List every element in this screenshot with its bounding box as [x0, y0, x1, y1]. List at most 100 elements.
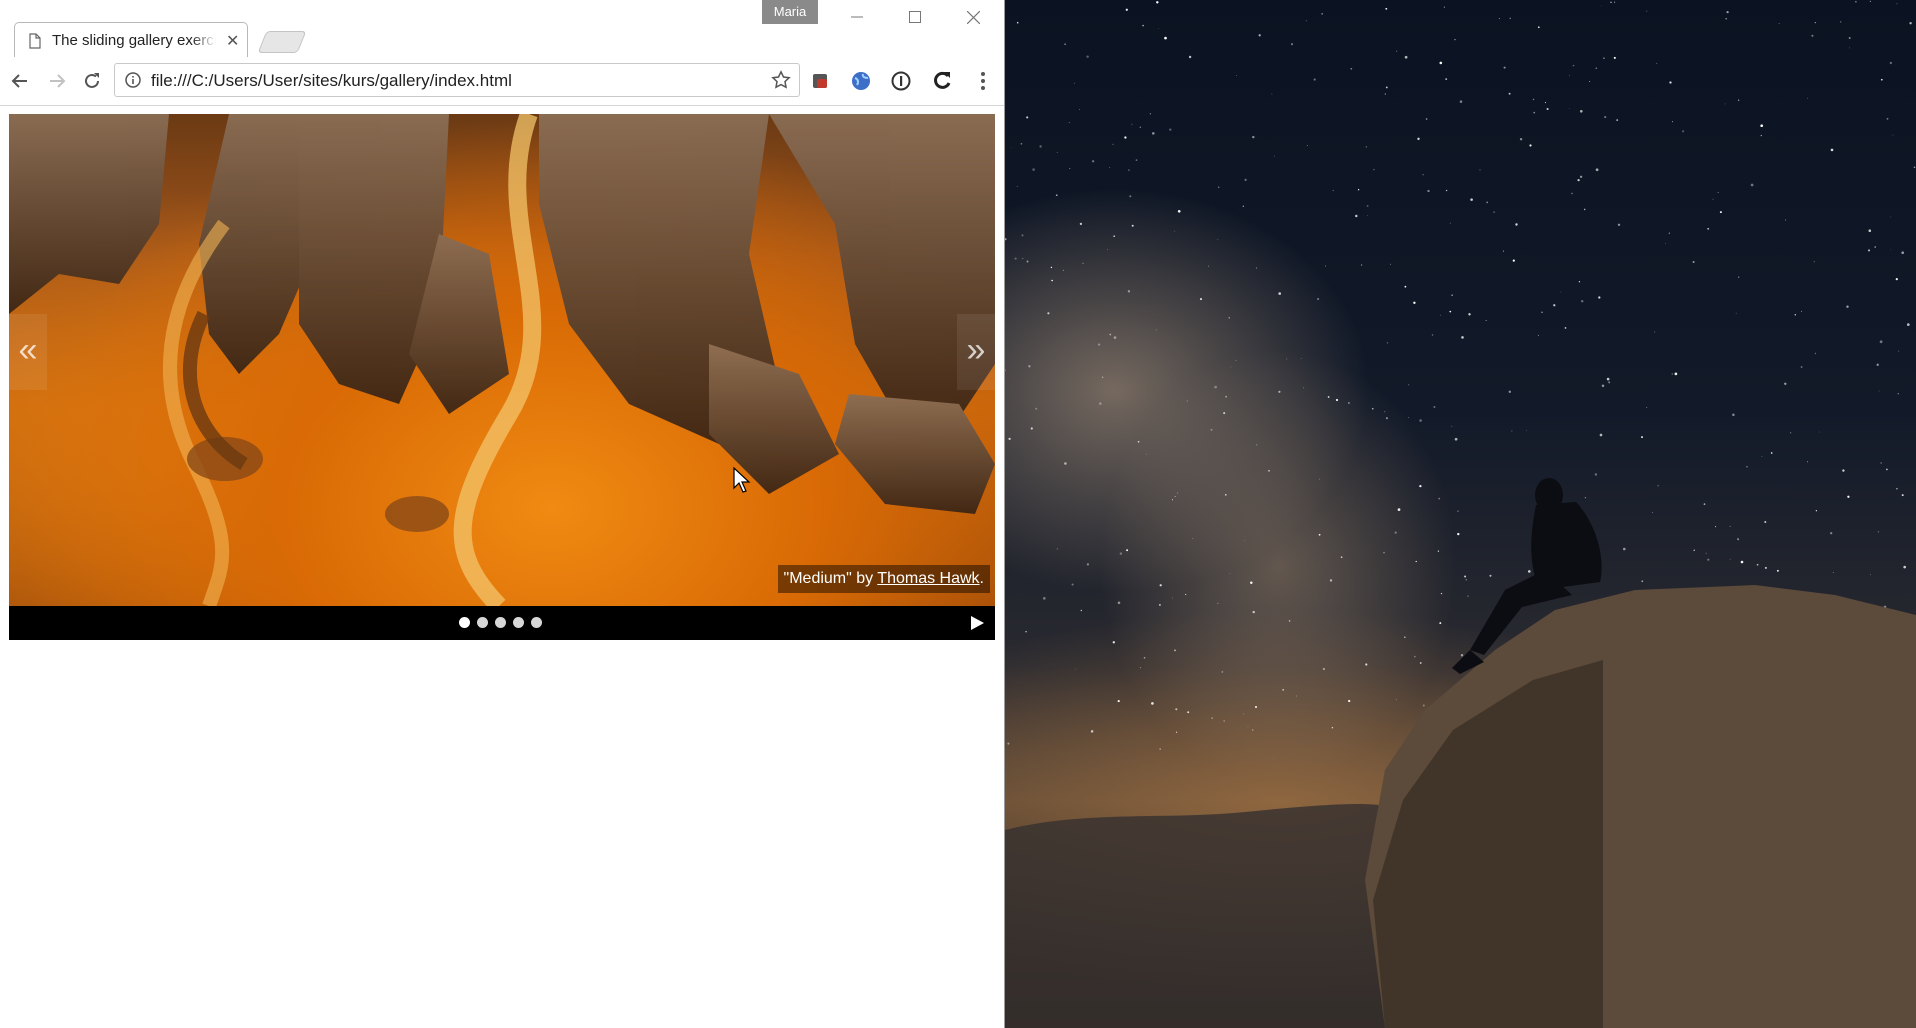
star	[1131, 123, 1133, 125]
star	[1672, 121, 1674, 123]
star	[1616, 119, 1619, 122]
close-icon[interactable]: ✕	[226, 31, 239, 51]
new-tab-button[interactable]	[257, 31, 307, 53]
star	[1385, 86, 1388, 89]
star	[1158, 603, 1161, 606]
star	[1460, 653, 1464, 657]
star	[1740, 560, 1744, 564]
star	[1139, 126, 1141, 128]
star	[1091, 160, 1095, 163]
slide-dots	[459, 617, 542, 628]
star	[1107, 248, 1109, 250]
star	[1819, 431, 1820, 433]
star	[1603, 57, 1605, 60]
window-close-icon[interactable]	[944, 0, 1002, 34]
star	[1385, 7, 1388, 10]
star	[1365, 663, 1368, 666]
star	[1580, 299, 1584, 303]
caption-author-link[interactable]: Thomas Hawk	[877, 570, 979, 587]
star	[1464, 575, 1467, 578]
star	[1112, 143, 1114, 146]
info-icon[interactable]	[124, 71, 142, 89]
star	[1811, 34, 1814, 37]
star	[1868, 229, 1872, 232]
reload-icon[interactable]	[78, 67, 106, 95]
extension-icon[interactable]	[808, 68, 834, 94]
star	[1725, 17, 1728, 20]
star	[1878, 390, 1880, 392]
star	[1526, 430, 1527, 431]
star	[1705, 552, 1707, 554]
star	[1199, 298, 1203, 301]
browser-tab[interactable]: The sliding gallery exercise ✕	[14, 22, 248, 58]
star	[1532, 98, 1535, 101]
back-arrow-icon[interactable]	[6, 67, 34, 95]
star	[1890, 249, 1892, 251]
star	[1445, 189, 1448, 192]
star	[1439, 622, 1442, 625]
star	[1439, 61, 1443, 65]
star	[1598, 296, 1601, 299]
minimize-icon[interactable]	[828, 0, 886, 34]
slide-dot[interactable]	[459, 617, 470, 628]
star	[1229, 572, 1231, 574]
star	[1305, 20, 1307, 22]
play-icon[interactable]	[969, 615, 985, 631]
sync-extension-icon[interactable]	[929, 68, 955, 94]
gallery-prev-button[interactable]: «	[9, 314, 47, 390]
star	[1223, 412, 1226, 415]
slide-dot[interactable]	[495, 617, 506, 628]
star	[1073, 82, 1075, 84]
tab-title: The sliding gallery exercise	[52, 32, 216, 49]
globe-extension-icon[interactable]	[848, 68, 874, 94]
star	[1665, 242, 1666, 244]
forward-arrow-icon[interactable]	[43, 67, 71, 95]
star	[1800, 310, 1802, 312]
star	[1404, 285, 1407, 288]
star	[1151, 702, 1154, 705]
star	[1149, 113, 1152, 115]
star	[1599, 433, 1603, 437]
slide-dot[interactable]	[531, 617, 542, 628]
star	[1360, 264, 1363, 266]
star	[1656, 62, 1658, 64]
slide-dot[interactable]	[513, 617, 524, 628]
star	[1152, 132, 1155, 135]
star	[1427, 189, 1430, 193]
star	[1051, 279, 1053, 282]
desert-rock-formation-image	[9, 114, 995, 606]
star	[1729, 558, 1731, 560]
maximize-icon[interactable]	[886, 0, 944, 34]
star	[1086, 55, 1089, 58]
star	[1761, 456, 1763, 457]
star	[1174, 230, 1176, 232]
star	[1055, 194, 1058, 197]
star	[1068, 122, 1070, 124]
star	[1175, 708, 1178, 711]
star	[1622, 547, 1626, 551]
slide-dot[interactable]	[477, 617, 488, 628]
password-manager-icon[interactable]	[888, 68, 914, 94]
star-icon[interactable]	[771, 70, 791, 90]
address-bar[interactable]: file:///C:/Users/User/sites/kurs/gallery…	[114, 63, 800, 97]
star	[1146, 454, 1148, 456]
star	[1117, 700, 1120, 703]
star	[1177, 492, 1179, 494]
star	[1408, 384, 1410, 386]
star	[1903, 565, 1907, 569]
star	[1143, 657, 1146, 659]
star	[1571, 192, 1573, 195]
star	[1669, 81, 1672, 84]
star	[1874, 246, 1876, 248]
kebab-menu-icon[interactable]	[970, 68, 996, 94]
gallery-next-button[interactable]: »	[957, 314, 995, 390]
profile-badge[interactable]: Maria	[762, 0, 818, 24]
star	[1225, 395, 1228, 398]
star	[1896, 3, 1898, 5]
star	[1078, 108, 1080, 110]
star	[1355, 214, 1358, 218]
star	[1395, 699, 1397, 701]
star	[1815, 510, 1818, 512]
star	[1397, 508, 1401, 511]
star	[1682, 130, 1685, 133]
